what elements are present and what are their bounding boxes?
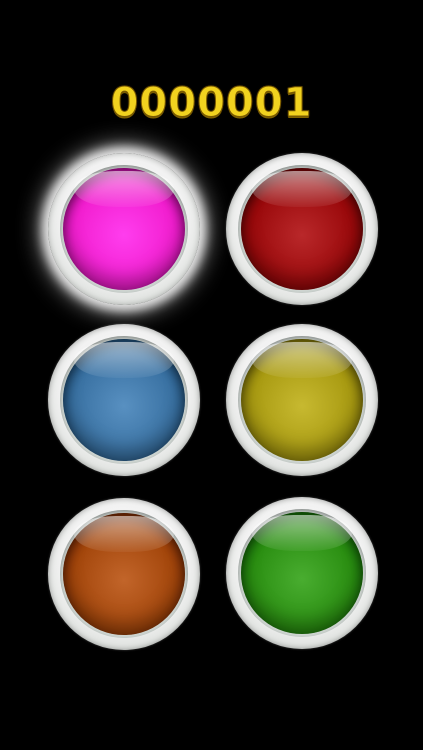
game-screen: 0000001 <box>0 0 423 750</box>
green-pad-button[interactable] <box>226 497 378 649</box>
orange-pad-button[interactable] <box>48 498 200 650</box>
color-pad-grid <box>0 0 423 750</box>
pink-pad-lens <box>63 168 185 290</box>
orange-pad-lens <box>63 513 185 635</box>
red-pad-button[interactable] <box>226 153 378 305</box>
blue-pad-lens <box>63 339 185 461</box>
blue-pad-button[interactable] <box>48 324 200 476</box>
red-pad-lens <box>241 168 363 290</box>
green-pad-lens <box>241 512 363 634</box>
pink-pad-button[interactable] <box>48 153 200 305</box>
yellow-pad-button[interactable] <box>226 324 378 476</box>
yellow-pad-lens <box>241 339 363 461</box>
